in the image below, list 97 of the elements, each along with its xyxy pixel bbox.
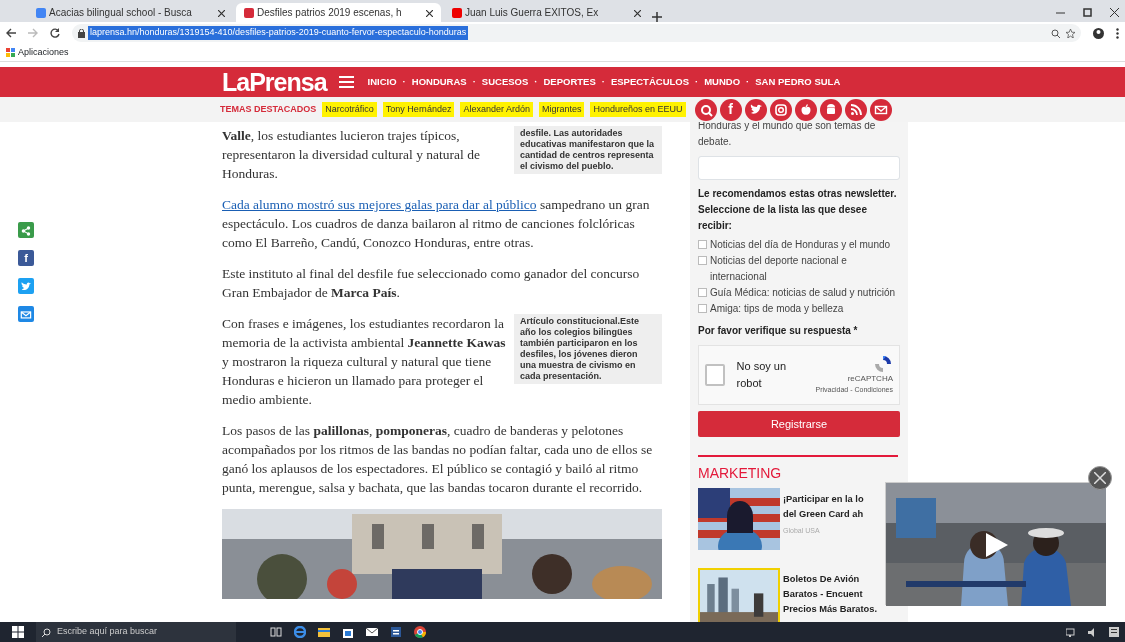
newsletter-option[interactable]: Noticias del día de Honduras y el mundo [698,236,900,253]
newsletter-option[interactable]: Noticias del deporte nacional e internacional [698,252,900,285]
speaker-icon [1088,627,1097,637]
checkbox[interactable] [698,255,707,265]
checkbox[interactable] [698,287,707,297]
back-icon[interactable] [6,28,16,38]
section-label: TEMAS DESTACADOS [220,102,317,116]
browser-e-icon[interactable] [294,626,306,638]
newsletter-option[interactable]: Amiga: tips de moda y belleza [698,300,900,317]
search-icon[interactable] [698,102,713,117]
rss-icon[interactable] [848,102,863,117]
section-title: MARKETING [698,454,898,484]
ad-headline[interactable]: Boletos De Avión Baratos - Encuent Precios Más Baratos. [783,567,878,617]
chrome-icon[interactable] [414,626,426,638]
paragraph: Con frases e imágenes, los estudiantes recordaron la memoria de la activista ambiental Jeannette Kawas y mostraron la riqueza cultural y natural que tiene Honduras e hicieron un llamado para proteger el medio ambiente. [222,315,507,409]
folder-icon[interactable] [318,626,330,638]
nav-link[interactable]: SUCESOS [481,74,529,90]
checkbox[interactable] [698,239,707,249]
star-icon[interactable] [1066,28,1075,38]
captcha-checkbox[interactable] [705,363,725,386]
checkbox[interactable] [698,303,707,313]
search-icon [42,627,51,637]
taskbar-search[interactable]: Escribe aquí para buscar [36,622,236,642]
nav-link[interactable]: INICIO [367,74,397,90]
separator-dot: · [601,74,605,89]
verify-label: Por favor verifique su respuesta * [698,323,859,338]
separator-dot: · [472,74,476,89]
paragraph: Este instituto al final del desfile fue seleccionado como ganador del concurso Gran Embajador de Marca País. [222,265,641,302]
envelope-icon [20,308,32,321]
share-button[interactable] [18,306,34,322]
bird-icon [20,280,32,293]
newsletter-text: Honduras y el mundo que son temas de debate. [698,122,877,149]
share-icon [20,224,32,237]
close-icon[interactable] [1110,8,1119,17]
separator-dot: · [534,74,538,89]
share-button[interactable] [18,278,34,294]
task-view-icon[interactable] [270,626,282,638]
captcha-brand: reCAPTCHA [847,372,893,385]
article-link[interactable]: Cada alumno mostró sus mejores galas para dar al público [222,197,537,212]
profile-icon[interactable] [1093,27,1104,39]
apps-grid-icon [6,48,15,57]
envelope-icon[interactable] [366,626,378,638]
nav-link[interactable]: DEPORTES [543,74,596,90]
nav-link[interactable]: ESPECTÁCULOS [610,74,690,90]
bookmark-link[interactable]: Aplicaciones [6,45,69,60]
browser-tab[interactable]: Juan Luis Guerra EXITOS, Ex [444,3,649,22]
address-bar[interactable]: laprensa.hn/honduras/1319154-410/desfiles-patrios-2019-cuanto-fervor-espectaculo-honduras [72,24,1081,42]
browser-tab[interactable]: Desfiles patrios 2019 escenas, h [236,3,441,22]
paragraph: Los pasos de las palillonas, pomponeras, cuadro de banderas y pelotones acompañados por los ritmos de las bandas no podían faltar, cada uno de ellos se ganó los aplausos de los espectadores. El público se contagió y bailó al ritmo punta, merengue, salsa y bachata, que las bandas tocaron durante el recorrido. [222,422,654,497]
topic-tag[interactable]: Tony Hernández [382,101,455,118]
separator-dot: · [746,74,750,89]
zoom-icon[interactable] [1051,28,1060,38]
captcha-label: No soy un robot [736,359,788,391]
network-icon [1066,627,1076,637]
paragraph: Valle, los estudiantes lucieron trajes típicos, representaron la diversidad cultural y natural de Honduras. [222,127,481,183]
play-icon[interactable] [986,533,1008,557]
topic-tag[interactable]: Hondureños en EEUU [590,101,686,118]
restore-icon[interactable] [1083,8,1092,17]
document-icon[interactable] [390,626,402,638]
paragraph: Cada alumno mostró sus mejores galas para dar al público sampedrano un gran espectáculo. Los cuadros de danza bailaron al ritmo de canciones folclóricas como El Barreño, Candú, Conozco Honduras, entre otras. [222,196,651,252]
notification-icon[interactable] [1109,627,1119,637]
email-field[interactable] [698,156,900,180]
search-logo-icon [36,7,46,18]
menu-icon[interactable] [1116,27,1119,39]
newsletter-option[interactable]: Guía Médica: noticias de salud y nutrición [698,284,900,301]
share-button[interactable]: f [18,250,34,266]
close-icon[interactable] [634,9,641,17]
register-button[interactable]: Registrarse [698,410,900,437]
photo-caption: Artículo constitucional.Este año los colegios bilingües también participaron en los desfiles, los jóvenes dieron una muestra de civismo en cada presentación. [514,314,662,384]
topic-tag[interactable]: Migrantes [538,101,585,118]
nav-link[interactable]: HONDURAS [411,74,467,90]
share-button[interactable] [18,222,34,238]
windows-logo-icon[interactable] [12,626,24,638]
separator-dot: · [695,74,699,89]
close-button[interactable] [1088,466,1112,490]
site-logo-icon [244,7,254,18]
recaptcha-logo-icon [873,354,893,373]
nav-link[interactable]: MUNDO [704,74,741,90]
topic-tag[interactable]: Alexander Ardón [460,101,533,118]
newsletter-prompt: Le recomendamos estas otras newsletter. Seleccione de la lista las que desee recibir: [698,186,898,233]
separator-dot: · [402,74,406,89]
nav-link[interactable]: SAN PEDRO SULA [755,74,841,90]
camera-icon[interactable] [773,102,788,117]
ad-headline[interactable]: ¡Participar en la lo del Green Card ah [783,487,864,522]
photo-caption: desfile. Las autoridades educativas manifestaron que la cantidad de centros representa el civismo del pueblo. [514,126,662,174]
site-logo[interactable]: LaPrensa [222,67,327,97]
close-icon[interactable] [218,9,225,17]
close-icon [1094,472,1106,484]
topic-tag[interactable]: Narcotráfico [322,101,377,118]
reload-icon[interactable] [50,28,60,38]
browser-tab[interactable]: Acacias bilingual school - Busca [28,3,233,22]
bird-icon[interactable] [748,102,763,117]
close-icon[interactable] [426,9,433,17]
video-logo-icon [452,7,462,18]
new-tab-icon[interactable] [652,12,662,22]
lock-icon [78,28,85,38]
social-link[interactable]: f [719,98,742,121]
